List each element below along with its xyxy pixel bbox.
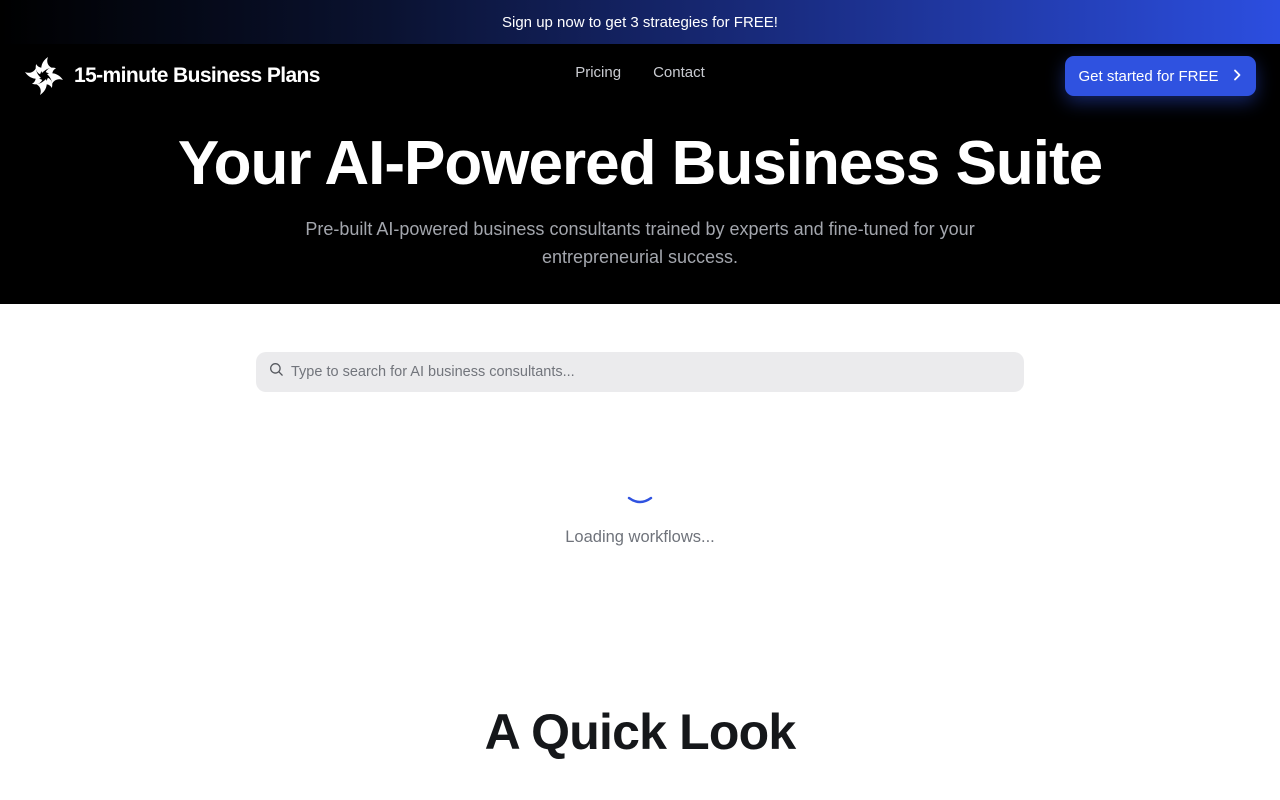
- promo-banner: Sign up now to get 3 strategies for FREE…: [0, 0, 1280, 44]
- get-started-button[interactable]: Get started for FREE: [1065, 56, 1256, 96]
- nav-link-contact[interactable]: Contact: [653, 64, 705, 81]
- search-input[interactable]: [291, 364, 991, 380]
- hero-title: Your AI-Powered Business Suite: [177, 129, 1103, 198]
- chevron-right-icon: [1231, 68, 1243, 85]
- logo[interactable]: 15-minute Business Plans: [24, 56, 320, 96]
- loading-status: Loading workflows...: [565, 528, 715, 546]
- get-started-label: Get started for FREE: [1078, 67, 1219, 85]
- hero-header: 15-minute Business Plans Pricing Contact…: [0, 44, 1280, 304]
- hero-subtitle: Pre-built AI-powered business consultant…: [305, 219, 975, 267]
- loading-spinner-icon: [624, 472, 656, 504]
- logo-text: 15-minute Business Plans: [74, 64, 320, 87]
- quick-look-heading: A Quick Look: [484, 704, 797, 760]
- pinwheel-logo-icon: [24, 56, 64, 96]
- search-icon: [269, 362, 284, 382]
- nav-link-pricing[interactable]: Pricing: [575, 64, 621, 81]
- search-bar: [256, 352, 1024, 392]
- promo-text: Sign up now to get 3 strategies for FREE…: [502, 13, 778, 31]
